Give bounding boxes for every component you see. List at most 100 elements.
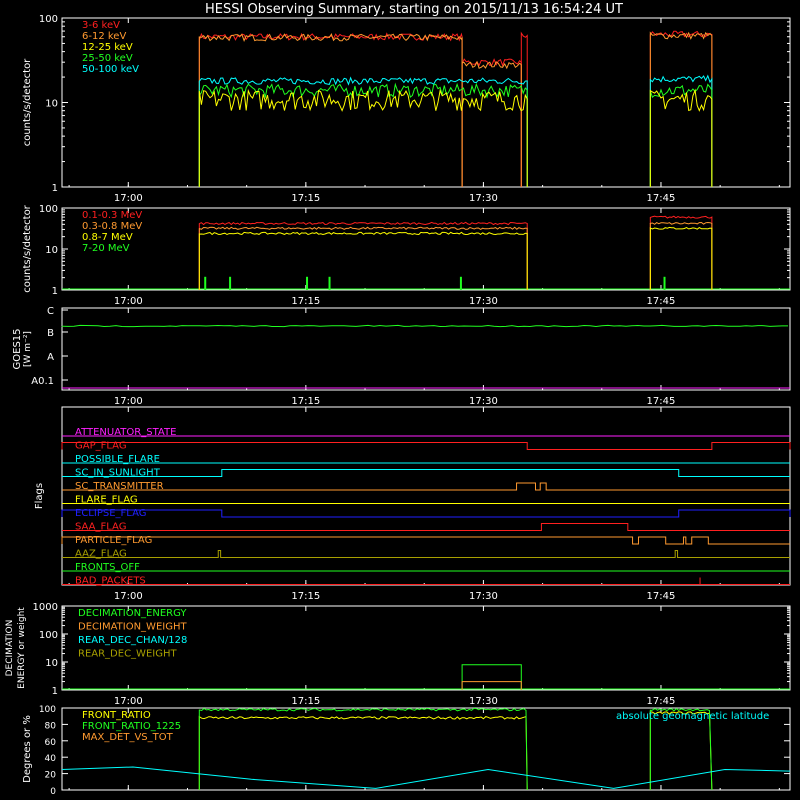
panels: 17:00 17:15 17:30 17:45110100counts/s/detec…: [5, 14, 791, 797]
series-line: [61, 324, 788, 328]
legend-entry: 7-20 MeV: [82, 243, 130, 254]
y-tick-label: 60: [45, 738, 57, 748]
y-axis-label: ENERGY or weight: [17, 607, 27, 689]
y-axis-label: [W m⁻²]: [23, 331, 33, 367]
y-tick-label: 100: [39, 630, 58, 641]
series-line: [649, 88, 713, 187]
legend-entry: 0.1-0.3 MeV: [82, 210, 142, 221]
y-tick-label: A0.1: [31, 376, 54, 387]
panel-low-energy: 17:00 17:15 17:30 17:45 1 10 100 counts/s/detec…: [22, 14, 791, 204]
series-line: [198, 707, 528, 791]
panel-goes: 17:00 17:15 17:30 17:45 A0.1 A BC GOES15 [W m⁻²]: [12, 306, 791, 407]
legend-entry: MAX_DET_VS_TOT: [82, 732, 174, 743]
x-tick-label: 17:00: [114, 396, 143, 407]
x-tick-label: 17:45: [647, 396, 676, 407]
x-tick-label: 17:45: [647, 591, 676, 602]
hessi-summary-chart: HESSI Observing Summary, starting on 201…: [5, 2, 791, 797]
x-tick-label: 17:45: [647, 193, 676, 204]
y-tick-label: 1: [52, 286, 58, 297]
series-line: [649, 226, 713, 290]
x-tick-label: 17:15: [291, 591, 320, 602]
y-axis-label: counts/s/detector: [22, 204, 33, 292]
legend-entry: REAR_DEC_WEIGHT: [78, 649, 177, 660]
x-tick-label: 17:00: [114, 591, 143, 602]
y-tick-label: 40: [45, 754, 57, 764]
y-axis-label: DECIMATION: [5, 620, 15, 677]
y-axis-label: Degrees or %: [22, 715, 33, 783]
y-tick-label: 10: [45, 658, 58, 669]
panel-high-energy: 17:00 17:15 17:30 17:45 1 10 100 counts/s/detec…: [22, 204, 791, 307]
y-tick-label: C: [47, 306, 54, 317]
series-line: [461, 58, 522, 187]
series-line: [198, 33, 463, 187]
flag-line: [62, 523, 790, 531]
panel-ratios: 0 20 40 60 80 100 Degrees or % FRONT_RATIOFRONT…: [22, 705, 791, 797]
legend-entry: 25-50 keV: [82, 53, 133, 64]
flag-line: [61, 536, 790, 545]
legend-entry: 0.8-7 MeV: [82, 232, 133, 243]
series-line: [649, 221, 713, 290]
legend-entry: 0.3-0.8 MeV: [82, 221, 142, 232]
y-tick-label: 1: [52, 686, 58, 697]
panel-decimation: 17:00 17:15 17:30 17:45 1 10 100 1000 DECIMATION…: [5, 602, 791, 707]
series-line: [198, 231, 528, 290]
flag-line: [62, 550, 790, 558]
legend-entry: absolute geomagnetic latitude: [616, 711, 769, 722]
y-tick-label: 1000: [33, 602, 58, 613]
series-line: [198, 82, 528, 187]
series-line: [649, 74, 713, 187]
series-line: [61, 766, 791, 789]
y-tick-label: 100: [39, 204, 58, 215]
flag-line: [61, 509, 791, 518]
x-tick-label: 17:30: [469, 396, 498, 407]
legend-entry: DECIMATION_WEIGHT: [78, 622, 187, 633]
series-line: [649, 83, 713, 187]
y-tick-label: 80: [45, 721, 57, 731]
x-tick-label: 17:30: [469, 696, 498, 707]
series-line: [198, 88, 528, 187]
chart-title: HESSI Observing Summary, starting on 201…: [205, 2, 623, 17]
series-line: [649, 31, 713, 187]
x-tick-label: 17:15: [291, 193, 320, 204]
y-tick-label: 1: [52, 183, 58, 194]
series-line: [198, 226, 528, 290]
y-tick-label: 10: [45, 245, 58, 256]
y-tick-label: 100: [39, 705, 56, 715]
x-tick-label: 17:00: [114, 696, 143, 707]
panel-flags: 17:00 17:15 17:30 17:45FlagsATTENUATOR_STAT…: [34, 406, 791, 602]
y-tick-label: 20: [45, 771, 57, 781]
series-line: [649, 30, 713, 187]
series-line: [198, 32, 463, 187]
x-tick-label: 17:30: [469, 296, 498, 307]
y-axis-label: counts/s/detector: [22, 58, 33, 146]
x-tick-label: 17:45: [647, 296, 676, 307]
legend-entry: 12-25 keV: [82, 42, 133, 53]
x-tick-label: 17:15: [291, 296, 320, 307]
y-axis-label: GOES15: [12, 328, 23, 369]
legend-entry: 3-6 keV: [82, 20, 120, 31]
legend-entry: FRONT_RATIO: [82, 710, 151, 721]
y-axis-label: Flags: [34, 483, 45, 509]
panel-frame: [61, 17, 791, 188]
x-tick-label: 17:30: [469, 193, 498, 204]
series-line: [649, 215, 713, 290]
y-tick-label: 10: [45, 99, 58, 110]
y-tick-label: 100: [39, 14, 58, 25]
flag-line: [62, 469, 790, 477]
x-tick-label: 17:30: [469, 591, 498, 602]
x-tick-label: 17:45: [647, 696, 676, 707]
legend-entry: FRONT_RATIO_1225: [82, 721, 181, 732]
x-tick-label: 17:15: [291, 696, 320, 707]
panel-frame: [61, 307, 791, 391]
series-line: [649, 711, 713, 791]
flag-line: [61, 442, 791, 450]
legend-entry: REAR_DEC_CHAN/128: [78, 635, 187, 646]
legend-entry: 50-100 keV: [82, 64, 139, 75]
x-tick-label: 17:00: [114, 296, 143, 307]
legend-entry: 6-12 keV: [82, 31, 126, 42]
legend-entry: DECIMATION_ENERGY: [78, 608, 187, 619]
panel-frame: [61, 207, 791, 291]
y-tick-label: 0: [50, 787, 56, 797]
x-tick-label: 17:00: [114, 193, 143, 204]
x-tick-label: 17:15: [291, 396, 320, 407]
